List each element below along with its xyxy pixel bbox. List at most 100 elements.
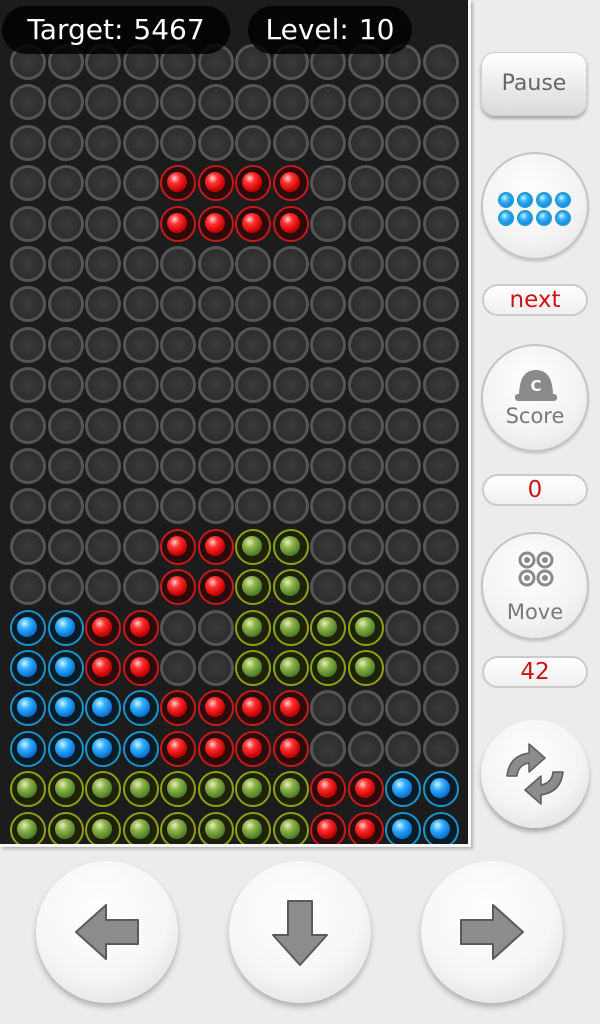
next-piece-preview	[481, 152, 589, 260]
green-ball	[235, 771, 271, 807]
red-ball	[85, 650, 121, 686]
empty-cell	[348, 125, 384, 161]
move-down-button[interactable]	[229, 861, 371, 1003]
blue-ball	[10, 610, 46, 646]
empty-cell	[385, 367, 421, 403]
cap-icon: C	[515, 370, 557, 401]
red-ball	[273, 731, 309, 767]
green-ball	[273, 771, 309, 807]
empty-cell	[198, 125, 234, 161]
empty-cell	[385, 569, 421, 605]
empty-cell	[198, 448, 234, 484]
empty-cell	[235, 488, 271, 524]
move-left-button[interactable]	[36, 861, 178, 1003]
green-ball	[235, 569, 271, 605]
empty-cell	[310, 367, 346, 403]
empty-cell	[423, 165, 459, 201]
empty-cell	[10, 327, 46, 363]
empty-cell	[348, 165, 384, 201]
rotate-button[interactable]	[481, 720, 589, 828]
empty-cell	[310, 408, 346, 444]
green-ball	[123, 812, 159, 844]
empty-cell	[123, 84, 159, 120]
empty-cell	[10, 206, 46, 242]
empty-cell	[348, 690, 384, 726]
empty-cell	[48, 84, 84, 120]
empty-cell	[48, 246, 84, 282]
empty-cell	[10, 246, 46, 282]
empty-cell	[385, 125, 421, 161]
empty-cell	[310, 327, 346, 363]
red-ball	[85, 610, 121, 646]
red-ball	[235, 165, 271, 201]
empty-cell	[348, 569, 384, 605]
empty-cell	[85, 286, 121, 322]
empty-cell	[10, 488, 46, 524]
empty-cell	[160, 610, 196, 646]
empty-cell	[85, 246, 121, 282]
empty-cell	[310, 286, 346, 322]
next-piece-ball	[555, 192, 571, 208]
empty-cell	[385, 731, 421, 767]
empty-cell	[85, 165, 121, 201]
target-display: Target: 5467	[2, 6, 230, 54]
empty-cell	[85, 367, 121, 403]
empty-cell	[310, 690, 346, 726]
empty-cell	[423, 731, 459, 767]
move-label: Move	[506, 600, 564, 624]
red-ball	[273, 206, 309, 242]
empty-cell	[273, 367, 309, 403]
next-piece-ball	[517, 210, 533, 226]
empty-cell	[85, 488, 121, 524]
empty-cell	[10, 529, 46, 565]
red-ball	[348, 812, 384, 844]
empty-cell	[310, 529, 346, 565]
empty-cell	[273, 246, 309, 282]
empty-cell	[310, 125, 346, 161]
level-value: 10	[358, 13, 395, 46]
next-piece-ball	[536, 210, 552, 226]
next-piece-ball	[536, 192, 552, 208]
green-ball	[85, 812, 121, 844]
empty-cell	[123, 327, 159, 363]
red-ball	[198, 731, 234, 767]
empty-cell	[123, 488, 159, 524]
empty-cell	[423, 125, 459, 161]
empty-cell	[423, 327, 459, 363]
empty-cell	[273, 286, 309, 322]
empty-cell	[235, 125, 271, 161]
red-ball	[198, 529, 234, 565]
empty-cell	[385, 206, 421, 242]
empty-cell	[10, 286, 46, 322]
next-piece-ball	[555, 210, 571, 226]
blue-ball	[48, 690, 84, 726]
move-right-button[interactable]	[421, 861, 563, 1003]
empty-cell	[123, 529, 159, 565]
empty-cell	[385, 488, 421, 524]
next-piece-grid	[498, 192, 572, 226]
red-ball	[198, 690, 234, 726]
empty-cell	[85, 569, 121, 605]
empty-cell	[423, 650, 459, 686]
red-ball	[160, 529, 196, 565]
score-badge: C Score	[481, 344, 589, 452]
green-ball	[198, 812, 234, 844]
empty-cell	[423, 448, 459, 484]
empty-cell	[235, 84, 271, 120]
pause-button[interactable]: Pause	[481, 52, 587, 116]
empty-cell	[198, 650, 234, 686]
empty-cell	[423, 286, 459, 322]
empty-cell	[160, 408, 196, 444]
green-ball	[235, 529, 271, 565]
next-piece-ball	[517, 192, 533, 208]
empty-cell	[310, 448, 346, 484]
green-ball	[348, 610, 384, 646]
empty-cell	[198, 84, 234, 120]
empty-cell	[310, 206, 346, 242]
empty-cell	[10, 367, 46, 403]
green-ball	[273, 650, 309, 686]
empty-cell	[385, 408, 421, 444]
empty-cell	[10, 408, 46, 444]
arrow-right-icon	[460, 904, 524, 960]
red-ball	[198, 165, 234, 201]
